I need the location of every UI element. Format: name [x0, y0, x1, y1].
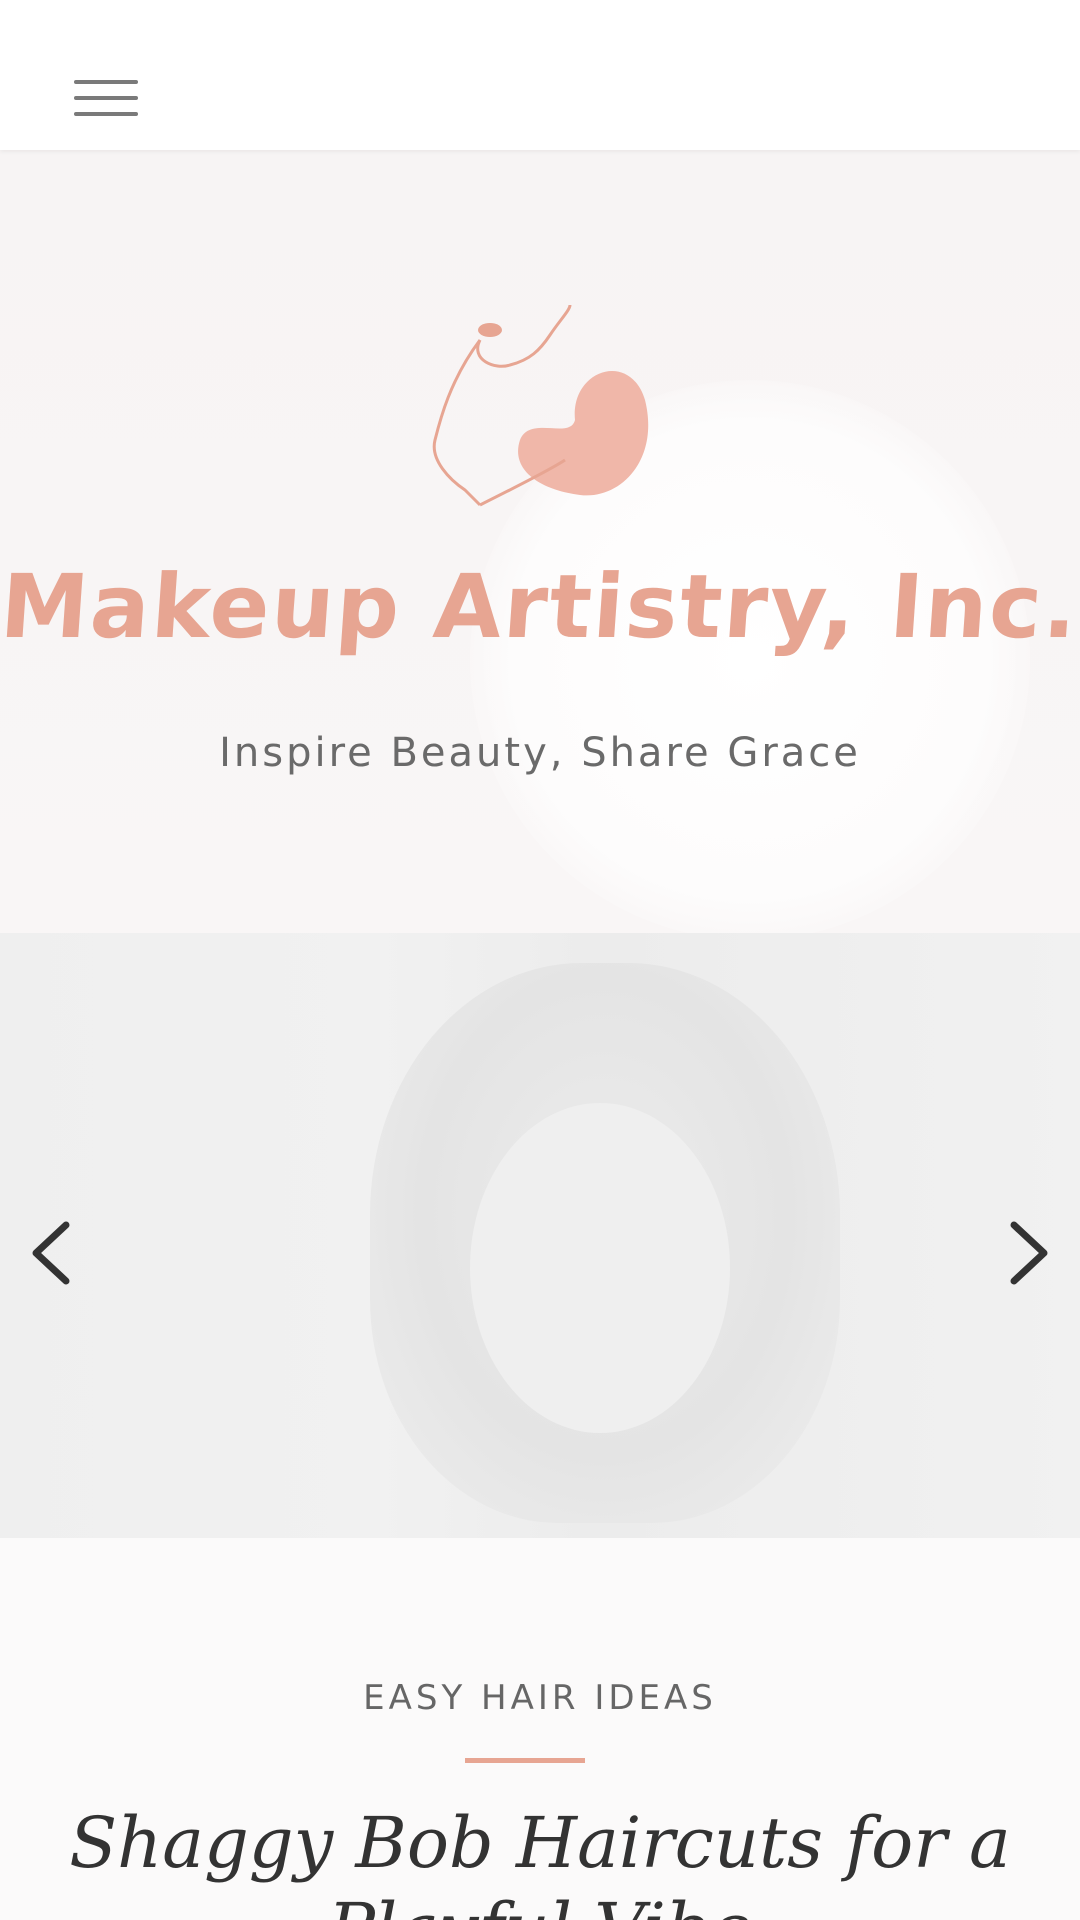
tagline: Inspire Beauty, Share Grace: [219, 730, 861, 776]
menu-line: [74, 80, 138, 84]
chevron-left-icon[interactable]: [22, 1213, 82, 1293]
top-bar: [0, 0, 1080, 150]
post-preview: EASY HAIR IDEAS Shaggy Bob Haircuts for …: [0, 1538, 1080, 1920]
post-category-link[interactable]: EASY HAIR IDEAS: [0, 1678, 1080, 1718]
page: Makeup Artistry, Inc. Inspire Beauty, Sh…: [0, 0, 1080, 1920]
menu-line: [74, 112, 138, 116]
brand-name[interactable]: Makeup Artistry, Inc.: [0, 555, 1080, 658]
site-header: Makeup Artistry, Inc. Inspire Beauty, Sh…: [0, 150, 1080, 933]
featured-slider[interactable]: [0, 933, 1080, 1538]
menu-line: [74, 96, 138, 100]
hamburger-menu-icon[interactable]: [70, 72, 146, 128]
logo-icon[interactable]: [420, 300, 660, 550]
slide-image-face: [470, 1103, 730, 1433]
chevron-right-icon[interactable]: [998, 1213, 1058, 1293]
category-divider: [465, 1758, 585, 1763]
post-title[interactable]: Shaggy Bob Haircuts for a Playful Vibe: [60, 1800, 1020, 1920]
